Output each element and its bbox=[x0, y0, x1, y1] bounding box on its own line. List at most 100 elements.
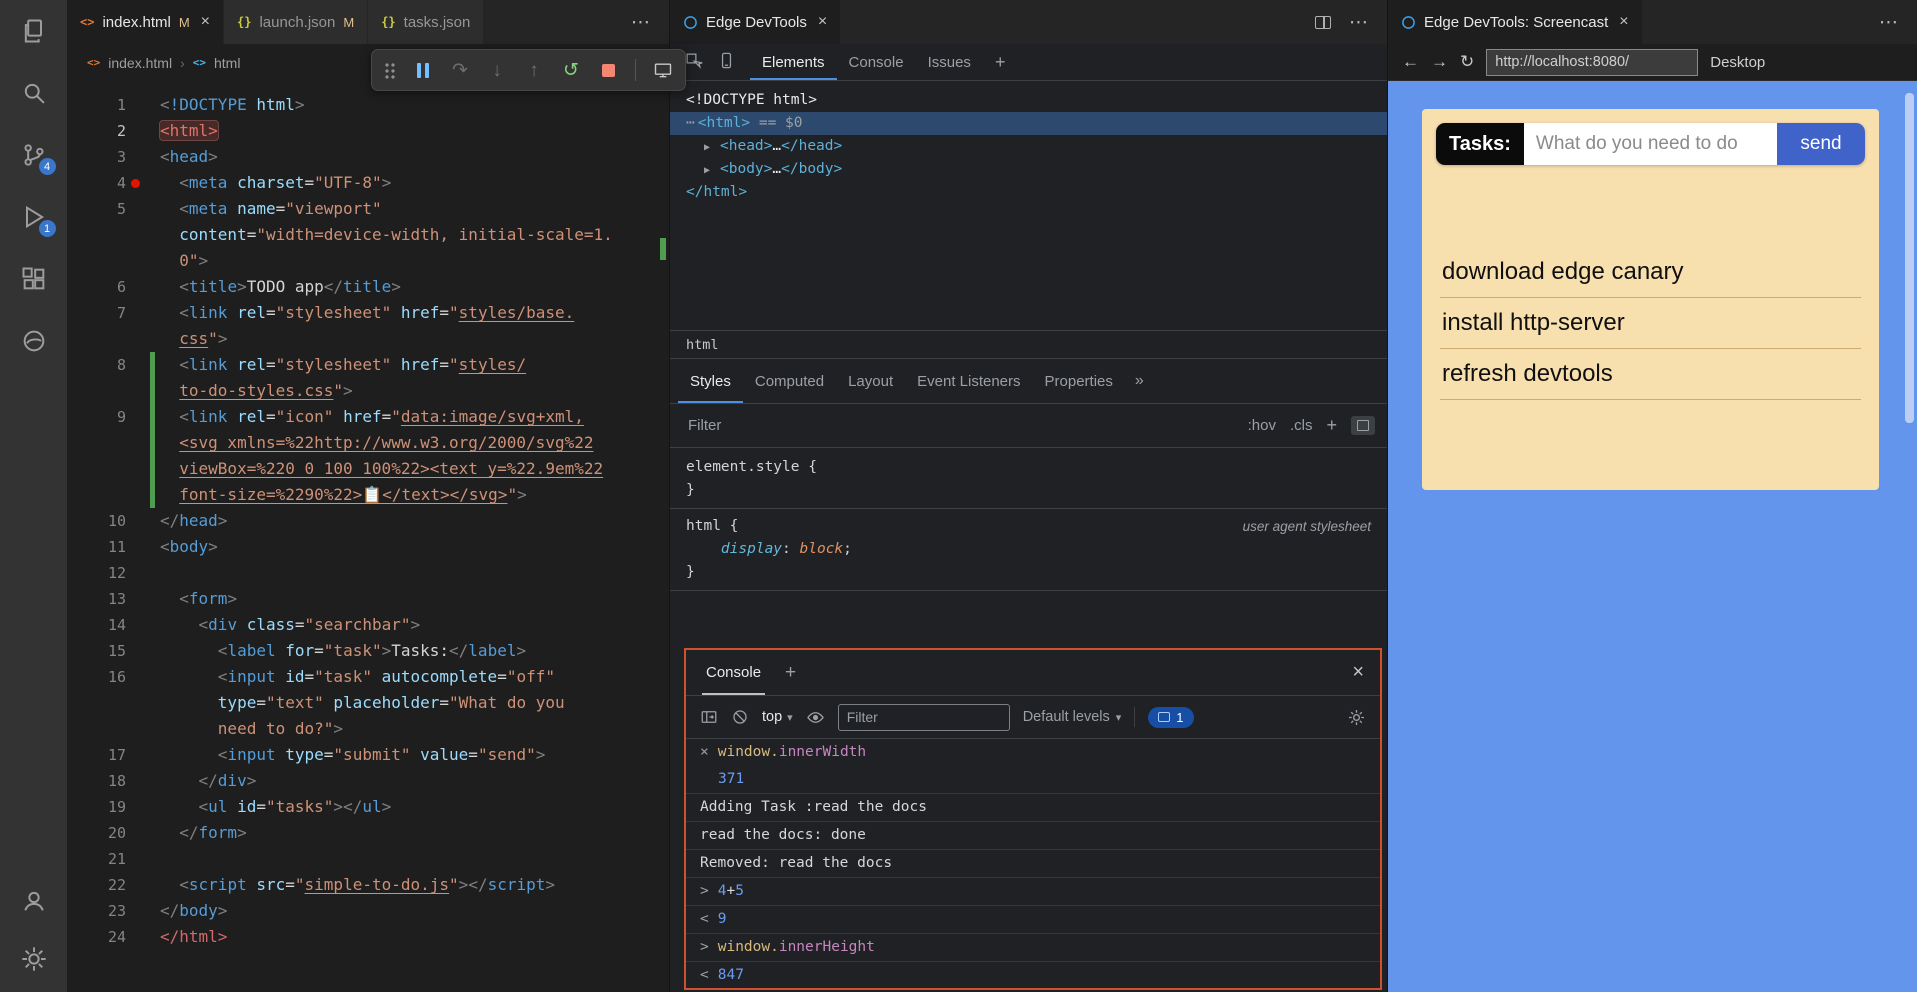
line-number[interactable]: 4 bbox=[67, 170, 126, 196]
code-row[interactable]: 0"> bbox=[67, 248, 669, 274]
console-row-live[interactable]: × window.innerWidth bbox=[686, 739, 1380, 766]
code-row[interactable]: 13 <form> bbox=[67, 586, 669, 612]
line-number[interactable]: 5 bbox=[67, 196, 126, 222]
tab-layout[interactable]: Layout bbox=[836, 359, 905, 403]
screencast-viewport[interactable]: Tasks: send download edge canaryinstall … bbox=[1388, 81, 1917, 992]
editor-tab-launch.json[interactable]: {} launch.json M bbox=[224, 0, 369, 44]
code-row[interactable]: 16 <input id="task" autocomplete="off" bbox=[67, 664, 669, 690]
dom-breadcrumb[interactable]: html bbox=[670, 330, 1387, 358]
line-number[interactable]: 6 bbox=[67, 274, 126, 300]
code-row[interactable]: 7 <link rel="stylesheet" href="styles/ba… bbox=[67, 300, 669, 326]
breakpoint-dot[interactable] bbox=[131, 179, 140, 188]
console-settings-gear-icon[interactable] bbox=[1347, 708, 1366, 727]
code-row[interactable]: 8 <link rel="stylesheet" href="styles/ bbox=[67, 352, 669, 378]
close-tab-icon[interactable]: × bbox=[1619, 13, 1628, 31]
line-number[interactable]: 17 bbox=[67, 742, 126, 768]
code-row[interactable]: to-do-styles.css"> bbox=[67, 378, 669, 404]
stop-button[interactable] bbox=[598, 60, 618, 80]
pause-button[interactable] bbox=[413, 60, 433, 80]
code-row[interactable]: 24 </html> bbox=[67, 924, 669, 950]
forward-icon[interactable]: → bbox=[1431, 52, 1448, 72]
dom-tree-row[interactable]: ▶ <head>…</head> bbox=[670, 135, 1387, 158]
reload-icon[interactable]: ↻ bbox=[1460, 52, 1474, 72]
element-menu-icon[interactable]: ⋯ bbox=[686, 115, 695, 131]
expand-arrow-icon[interactable]: ▶ bbox=[704, 159, 720, 182]
rule-html[interactable]: user agent stylesheet html { bbox=[670, 515, 1387, 538]
line-number[interactable]: 9 bbox=[67, 404, 126, 430]
tab-screencast[interactable]: Edge DevTools: Screencast × bbox=[1388, 0, 1643, 44]
context-selector[interactable]: top ▾ bbox=[762, 709, 793, 725]
code-row[interactable]: <svg xmlns=%22http://www.w3.org/2000/svg… bbox=[67, 430, 669, 456]
editor-tab-tasks.json[interactable]: {} tasks.json bbox=[368, 0, 485, 44]
add-tool-icon[interactable]: + bbox=[983, 44, 1018, 80]
rule-element-style[interactable]: element.style { bbox=[670, 456, 1387, 479]
run-debug-icon[interactable]: 1 bbox=[19, 202, 56, 237]
line-number[interactable]: 7 bbox=[67, 300, 126, 326]
code-row[interactable]: 10 </head> bbox=[67, 508, 669, 534]
code-row[interactable]: css"> bbox=[67, 326, 669, 352]
line-number[interactable]: 3 bbox=[67, 144, 126, 170]
extensions-icon[interactable] bbox=[19, 264, 49, 294]
line-number[interactable]: 2 bbox=[67, 118, 126, 144]
add-console-tab-icon[interactable]: + bbox=[785, 662, 796, 684]
tab-overflow-icon[interactable]: ⋯ bbox=[613, 11, 669, 34]
new-style-rule-icon[interactable]: + bbox=[1326, 415, 1337, 436]
console-sidebar-icon[interactable] bbox=[700, 708, 718, 726]
line-number[interactable]: 16 bbox=[67, 664, 126, 690]
expand-arrow-icon[interactable]: ▶ bbox=[704, 136, 720, 159]
styles-filter-input[interactable] bbox=[686, 416, 1234, 435]
line-number[interactable]: 14 bbox=[67, 612, 126, 638]
screencast-scrollbar[interactable] bbox=[1905, 93, 1914, 423]
code-row[interactable]: 18 </div> bbox=[67, 768, 669, 794]
drag-handle-icon[interactable] bbox=[384, 61, 396, 79]
tab-elements[interactable]: Elements bbox=[750, 44, 837, 80]
code-row[interactable]: 20 </form> bbox=[67, 820, 669, 846]
send-button[interactable]: send bbox=[1777, 123, 1865, 165]
tab-styles[interactable]: Styles bbox=[678, 359, 743, 403]
edge-devtools-icon[interactable] bbox=[19, 326, 49, 356]
console-row-log[interactable]: Removed: read the docs bbox=[686, 849, 1380, 877]
code-row[interactable]: 19 <ul id="tasks"></ul> bbox=[67, 794, 669, 820]
settings-gear-icon[interactable] bbox=[19, 944, 49, 974]
screencast-toggle-icon[interactable] bbox=[653, 60, 673, 80]
dom-tree-row[interactable]: ⋯ <html> == $0 bbox=[670, 112, 1387, 135]
tab-properties[interactable]: Properties bbox=[1033, 359, 1125, 403]
code-row[interactable]: 9 <link rel="icon" href="data:image/svg+… bbox=[67, 404, 669, 430]
code-row[interactable]: need to do?"> bbox=[67, 716, 669, 742]
breadcrumb-file[interactable]: index.html bbox=[108, 55, 172, 71]
line-number[interactable]: 15 bbox=[67, 638, 126, 664]
code-row[interactable]: 22 <script src="simple-to-do.js"></scrip… bbox=[67, 872, 669, 898]
line-number[interactable]: 8 bbox=[67, 352, 126, 378]
step-into-icon[interactable]: ↓ bbox=[487, 60, 507, 80]
live-expression-eye-icon[interactable] bbox=[806, 708, 825, 727]
dom-tree-row[interactable]: ▶ <body>…</body> bbox=[670, 158, 1387, 181]
tab-event-listeners[interactable]: Event Listeners bbox=[905, 359, 1032, 403]
line-number[interactable]: 19 bbox=[67, 794, 126, 820]
clear-console-icon[interactable] bbox=[731, 708, 749, 726]
back-icon[interactable]: ← bbox=[1402, 52, 1419, 72]
element-classes-button[interactable]: .cls bbox=[1290, 417, 1313, 434]
tab-edge-devtools[interactable]: Edge DevTools × bbox=[670, 0, 842, 44]
source-control-icon[interactable]: 4 bbox=[19, 140, 56, 175]
close-tab-icon[interactable]: × bbox=[201, 13, 210, 31]
close-tab-icon[interactable]: × bbox=[818, 13, 827, 31]
console-filter-input[interactable] bbox=[837, 703, 1010, 731]
console-row-log[interactable]: Adding Task :read the docs bbox=[686, 793, 1380, 821]
remove-live-expression-icon[interactable]: × bbox=[700, 743, 709, 762]
console-row-in[interactable]: >4+5 bbox=[686, 877, 1380, 905]
console-row-val[interactable]: 371 bbox=[686, 766, 1380, 793]
line-number[interactable]: 24 bbox=[67, 924, 126, 950]
line-number[interactable]: 18 bbox=[67, 768, 126, 794]
console-row-out[interactable]: <847 bbox=[686, 961, 1380, 988]
line-number[interactable]: 13 bbox=[67, 586, 126, 612]
styles-toolbar-icon[interactable] bbox=[1351, 416, 1375, 435]
code-row[interactable]: viewBox=%220 0 100 100%22><text y=%22.9e… bbox=[67, 456, 669, 482]
step-out-icon[interactable]: ↑ bbox=[524, 60, 544, 80]
step-over-icon[interactable]: ↷ bbox=[450, 60, 470, 80]
code-row[interactable]: 23 </body> bbox=[67, 898, 669, 924]
breadcrumb-symbol[interactable]: html bbox=[214, 55, 240, 71]
dom-tree-row[interactable]: <!DOCTYPE html> bbox=[670, 89, 1387, 112]
more-tabs-icon[interactable]: » bbox=[1125, 359, 1154, 403]
code-row[interactable]: font-size=%2290%22>📋</text></svg>"> bbox=[67, 482, 669, 508]
url-input[interactable] bbox=[1486, 48, 1699, 76]
